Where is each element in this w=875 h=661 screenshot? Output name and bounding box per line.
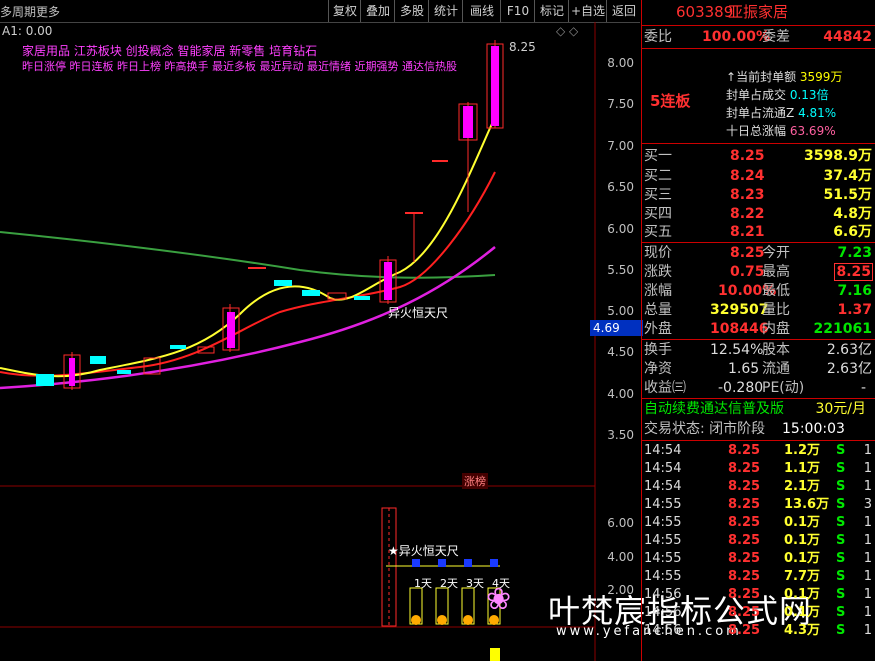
trade-status: 交易状态: 闭市阶段 15:00:03 xyxy=(644,421,845,437)
tick-row: 14:55 8.25 0.1万 S 1 xyxy=(644,533,872,548)
period-menu[interactable]: 多周期 xyxy=(0,3,36,20)
tick-row: 14:55 8.25 0.1万 S 1 xyxy=(644,551,872,566)
indicator-label: A1: 0.00 xyxy=(2,24,53,38)
stock-code: 603389 xyxy=(676,3,734,21)
sub-tick: 6.00 xyxy=(607,516,634,530)
stats-button[interactable]: 统计 xyxy=(428,0,463,22)
f10-button[interactable]: F10 xyxy=(500,0,535,22)
bottom-tag: 涨榜 xyxy=(462,473,488,489)
tick-row: 14:55 8.25 7.7万 S 1 xyxy=(644,569,872,584)
quote-panel: 603389 亚振家居 委比 100.00% 委差 44842 5连板 ↑当前封… xyxy=(641,0,875,661)
day-label: 1天 xyxy=(414,577,432,590)
fin-row: 收益㈢ -0.280 PE(动) - xyxy=(644,380,866,396)
quote-row: 外盘 108446 内盘 221061 xyxy=(644,321,872,337)
price-tick: 7.00 xyxy=(607,139,634,153)
chart-toolbar: 多周期 更多 复权 叠加 多股 统计 画线 F10 标记 +自选 返回 xyxy=(0,0,640,23)
lianban-badge: 5连板 xyxy=(650,92,691,110)
more-menu[interactable]: 更多 xyxy=(36,3,60,20)
stock-header: 603389 亚振家居 xyxy=(642,2,875,22)
quote-row: 现价 8.25 今开 7.23 xyxy=(644,245,872,261)
seal-info: ↑当前封单额 3599万 封单占成交 0.13倍 封单占流通Z 4.81% 十日… xyxy=(726,70,843,138)
kline-svg xyxy=(0,22,596,661)
max-price-label: 8.25 xyxy=(509,40,536,54)
overlay-button[interactable]: 叠加 xyxy=(360,0,395,22)
tick-row: 14:54 8.25 1.2万 S 1 xyxy=(644,443,872,458)
quote-row: 总量 329507 量比 1.37 xyxy=(644,302,872,318)
status-tags: 昨日涨停 昨日连板 昨日上榜 昨高换手 最近多板 最近异动 最近情绪 近期强势 … xyxy=(22,60,457,73)
weibi-row: 委比 100.00% 委差 44842 xyxy=(644,29,872,45)
tick-row: 14:54 8.25 2.1万 S 1 xyxy=(644,479,872,494)
ad-banner[interactable]: 自动续费通达信普及版 30元/月 xyxy=(642,399,875,419)
concept-tags: 家居用品 江苏板块 创投概念 智能家居 新零售 培育钻石 xyxy=(22,44,318,58)
fuquan-button[interactable]: 复权 xyxy=(328,0,361,22)
price-tick: 5.00 xyxy=(607,304,634,318)
bid-row: 买三 8.23 51.5万 xyxy=(644,187,872,203)
tick-row: 14:55 8.25 0.1万 S 1 xyxy=(644,515,872,530)
lotus-logo-icon: ❀ xyxy=(486,582,512,617)
price-tick: 3.50 xyxy=(607,428,634,442)
stock-name: 亚振家居 xyxy=(728,3,789,21)
bid-row: 买二 8.24 37.4万 xyxy=(644,168,872,184)
mark-button[interactable]: 标记 xyxy=(534,0,569,22)
add-watchlist-button[interactable]: +自选 xyxy=(568,0,607,22)
sub-tick: 4.00 xyxy=(607,550,634,564)
tick-row: 14:55 8.25 13.6万 S 3 xyxy=(644,497,872,512)
bid-row: 买一 8.25 3598.9万 xyxy=(644,148,872,164)
price-tick: 6.00 xyxy=(607,222,634,236)
price-tick: 5.50 xyxy=(607,263,634,277)
day-label: 2天 xyxy=(440,577,458,590)
tick-row: 14:56 8.25 0.1万 S 1 xyxy=(644,605,872,620)
chart-options-icon[interactable]: ◇ ◇ xyxy=(556,24,578,38)
pattern-annotation: 异火恒天尺 xyxy=(388,306,449,320)
sub-star-label: ★异火恒天尺 xyxy=(388,544,459,558)
back-button[interactable]: 返回 xyxy=(606,0,641,22)
fin-row: 换手 12.54% 股本 2.63亿 xyxy=(644,342,872,358)
candles xyxy=(36,40,504,390)
quote-row: 涨跌 0.75 最高 8.25 xyxy=(644,263,873,281)
price-tick: 4.50 xyxy=(607,345,634,359)
day-label: 3天 xyxy=(466,577,484,590)
price-tick: 7.50 xyxy=(607,97,634,111)
bid-row: 买五 8.21 6.6万 xyxy=(644,224,872,240)
price-tick: 8.00 xyxy=(607,56,634,70)
quote-row: 涨幅 10.00% 最低 7.16 xyxy=(644,283,872,299)
tick-row: 14:56 8.25 4.3万 S 1 xyxy=(644,623,872,638)
price-tick: 4.00 xyxy=(607,387,634,401)
current-price-tag: 4.69 xyxy=(590,320,643,336)
tick-row: 14:56 8.25 0.1万 S 1 xyxy=(644,587,872,602)
multi-stock-button[interactable]: 多股 xyxy=(394,0,429,22)
bid-row: 买四 8.22 4.8万 xyxy=(644,206,872,222)
draw-button[interactable]: 画线 xyxy=(462,0,501,22)
fin-row: 净资 1.65 流通 2.63亿 xyxy=(644,361,872,377)
kline-chart-area[interactable]: A1: 0.00 ◇ ◇ 家居用品 江苏板块 创投概念 智能家居 新零售 培育钻… xyxy=(0,22,811,661)
tick-row: 14:54 8.25 1.1万 S 1 xyxy=(644,461,872,476)
price-tick: 6.50 xyxy=(607,180,634,194)
